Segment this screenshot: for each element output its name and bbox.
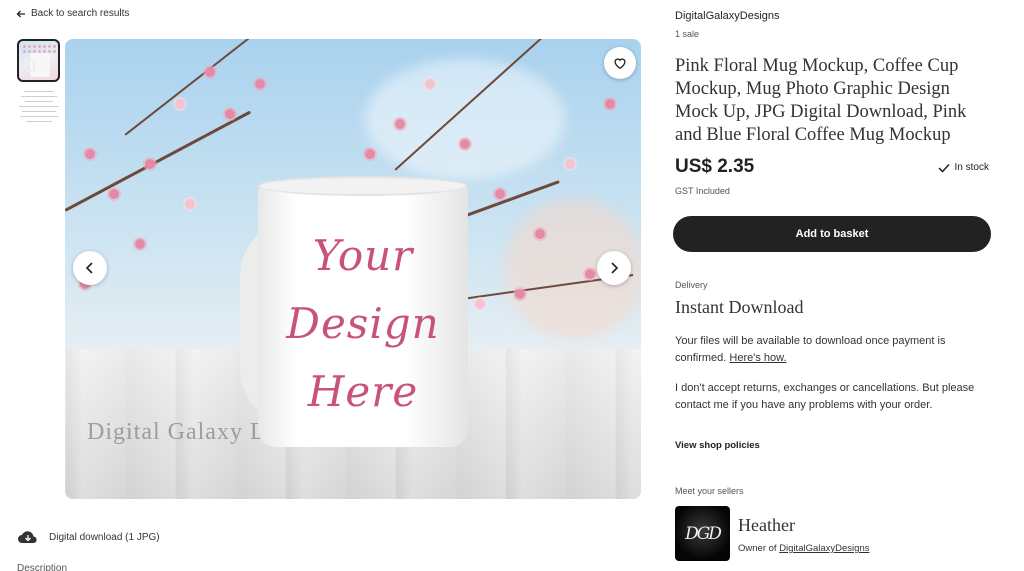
delivery-label: Delivery — [675, 280, 708, 290]
price: US$ 2.35 — [675, 156, 755, 177]
listing-title: Pink Floral Mug Mockup, Coffee Cup Mocku… — [675, 56, 967, 145]
cloud-download-icon — [18, 531, 37, 543]
meet-sellers-label: Meet your sellers — [675, 486, 744, 496]
gallery-thumbnail-2[interactable] — [17, 87, 60, 127]
tax-note: GST Included — [675, 186, 730, 196]
thumbnail-mug — [24, 53, 50, 77]
favorite-button[interactable] — [604, 47, 636, 79]
digital-download-label: Digital download (1 JPG) — [49, 531, 160, 543]
arrow-left-icon — [16, 10, 25, 17]
checkmark-icon — [938, 163, 950, 173]
mug: Your Design Here — [258, 176, 468, 447]
heres-how-link[interactable]: Here's how. — [729, 352, 786, 364]
seller-owner-line: Owner of DigitalGalaxyDesigns — [738, 543, 870, 554]
gallery-thumbnail-1[interactable] — [17, 39, 60, 82]
digital-download-info: Digital download (1 JPG) — [17, 530, 160, 544]
product-image: Digital Galaxy Designs Your Design Here — [65, 39, 641, 499]
description-heading: Description — [17, 563, 68, 571]
mug-design-text: Your Design Here — [286, 231, 440, 416]
sales-count: 1 sale — [675, 29, 700, 39]
view-shop-policies-link[interactable]: View shop policies — [675, 440, 760, 451]
returns-policy-text: I don't accept returns, exchanges or can… — [675, 382, 975, 411]
seller-avatar[interactable]: DGD — [675, 506, 730, 561]
stock-status: In stock — [938, 162, 989, 173]
add-to-basket-button[interactable]: Add to basket — [673, 216, 991, 252]
owner-shop-link[interactable]: DigitalGalaxyDesigns — [779, 543, 869, 554]
delivery-value: Instant Download — [675, 297, 804, 317]
shop-name-link[interactable]: DigitalGalaxyDesigns — [675, 10, 780, 22]
next-image-button[interactable] — [597, 251, 631, 285]
back-to-search-link[interactable]: Back to search results — [16, 8, 129, 19]
previous-image-button[interactable] — [73, 251, 107, 285]
heart-icon — [614, 58, 626, 70]
seller-name: Heather — [738, 515, 795, 535]
back-link-label: Back to search results — [31, 8, 130, 19]
stock-label: In stock — [954, 162, 989, 173]
chevron-left-icon — [85, 262, 93, 274]
chevron-right-icon — [611, 262, 619, 274]
files-availability-text: Your files will be available to download… — [675, 335, 946, 364]
